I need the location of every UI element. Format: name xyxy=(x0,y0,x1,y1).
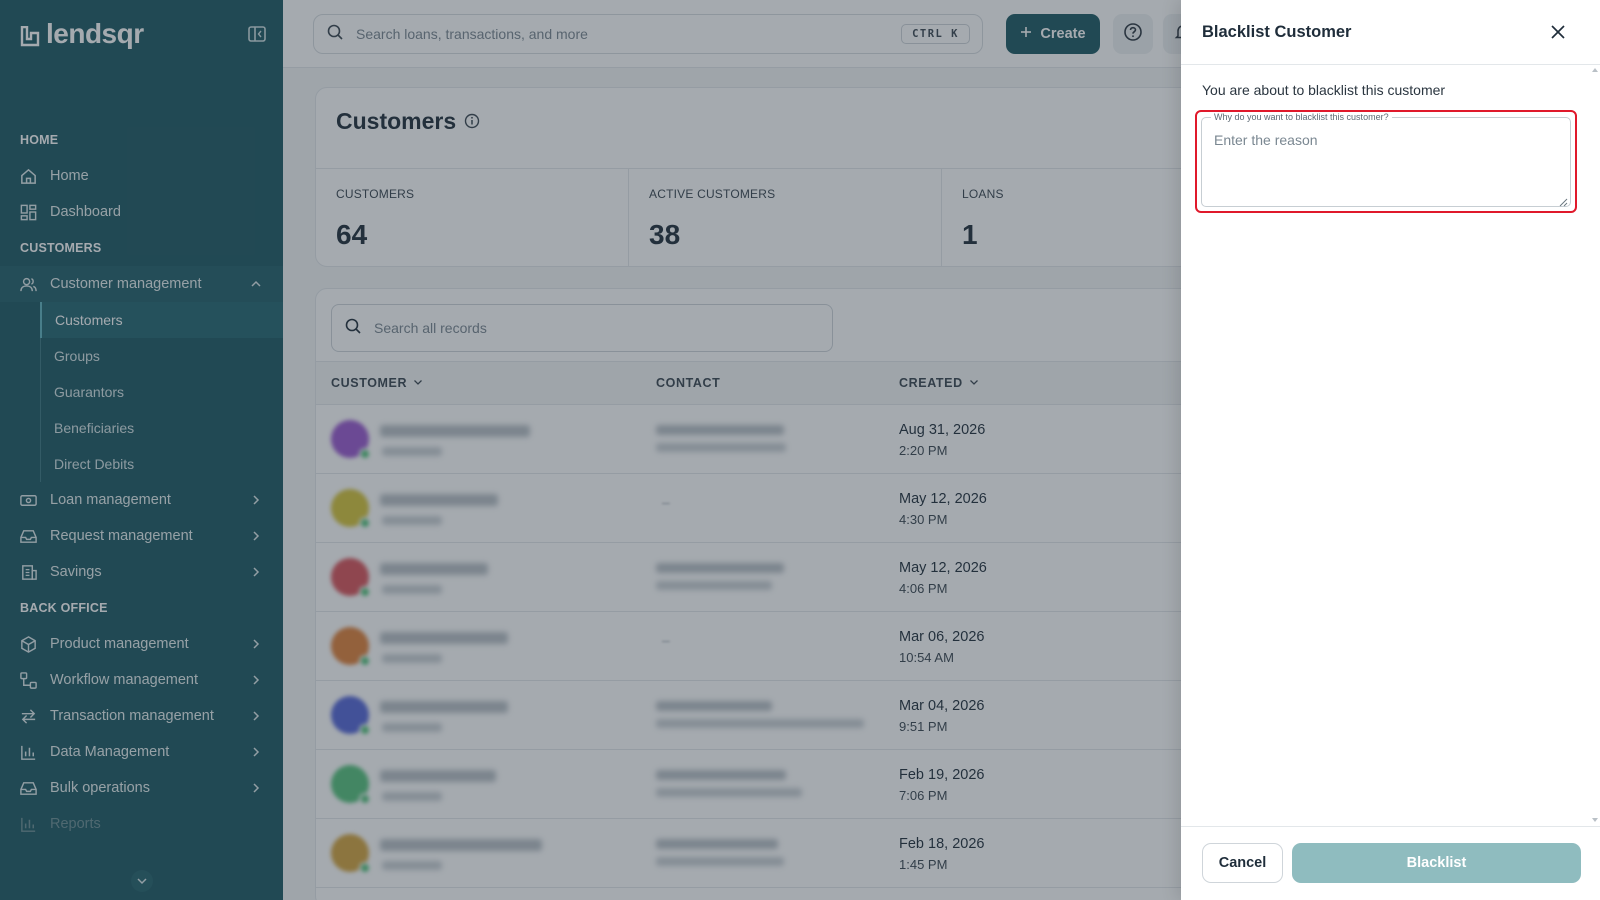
blacklist-customer-drawer: Blacklist Customer You are about to blac… xyxy=(1181,0,1600,900)
blacklist-button[interactable]: Blacklist xyxy=(1292,843,1581,883)
blacklist-reason-input[interactable] xyxy=(1202,118,1570,206)
blacklist-reason-label: Why do you want to blacklist this custom… xyxy=(1211,112,1392,122)
drawer-scrollbar[interactable] xyxy=(1590,66,1600,826)
close-icon[interactable] xyxy=(1546,20,1570,44)
drawer-title: Blacklist Customer xyxy=(1202,23,1352,41)
cancel-button[interactable]: Cancel xyxy=(1202,843,1283,883)
drawer-description: You are about to blacklist this customer xyxy=(1202,82,1446,98)
drawer-footer: Cancel Blacklist xyxy=(1181,826,1600,900)
app-root: lendsqr HOME Home Dashboard CUSTOMERS Cu… xyxy=(0,0,1600,900)
drawer-header: Blacklist Customer xyxy=(1181,0,1600,65)
resize-handle-icon[interactable] xyxy=(1558,194,1568,207)
blacklist-reason-field: Why do you want to blacklist this custom… xyxy=(1201,112,1571,207)
